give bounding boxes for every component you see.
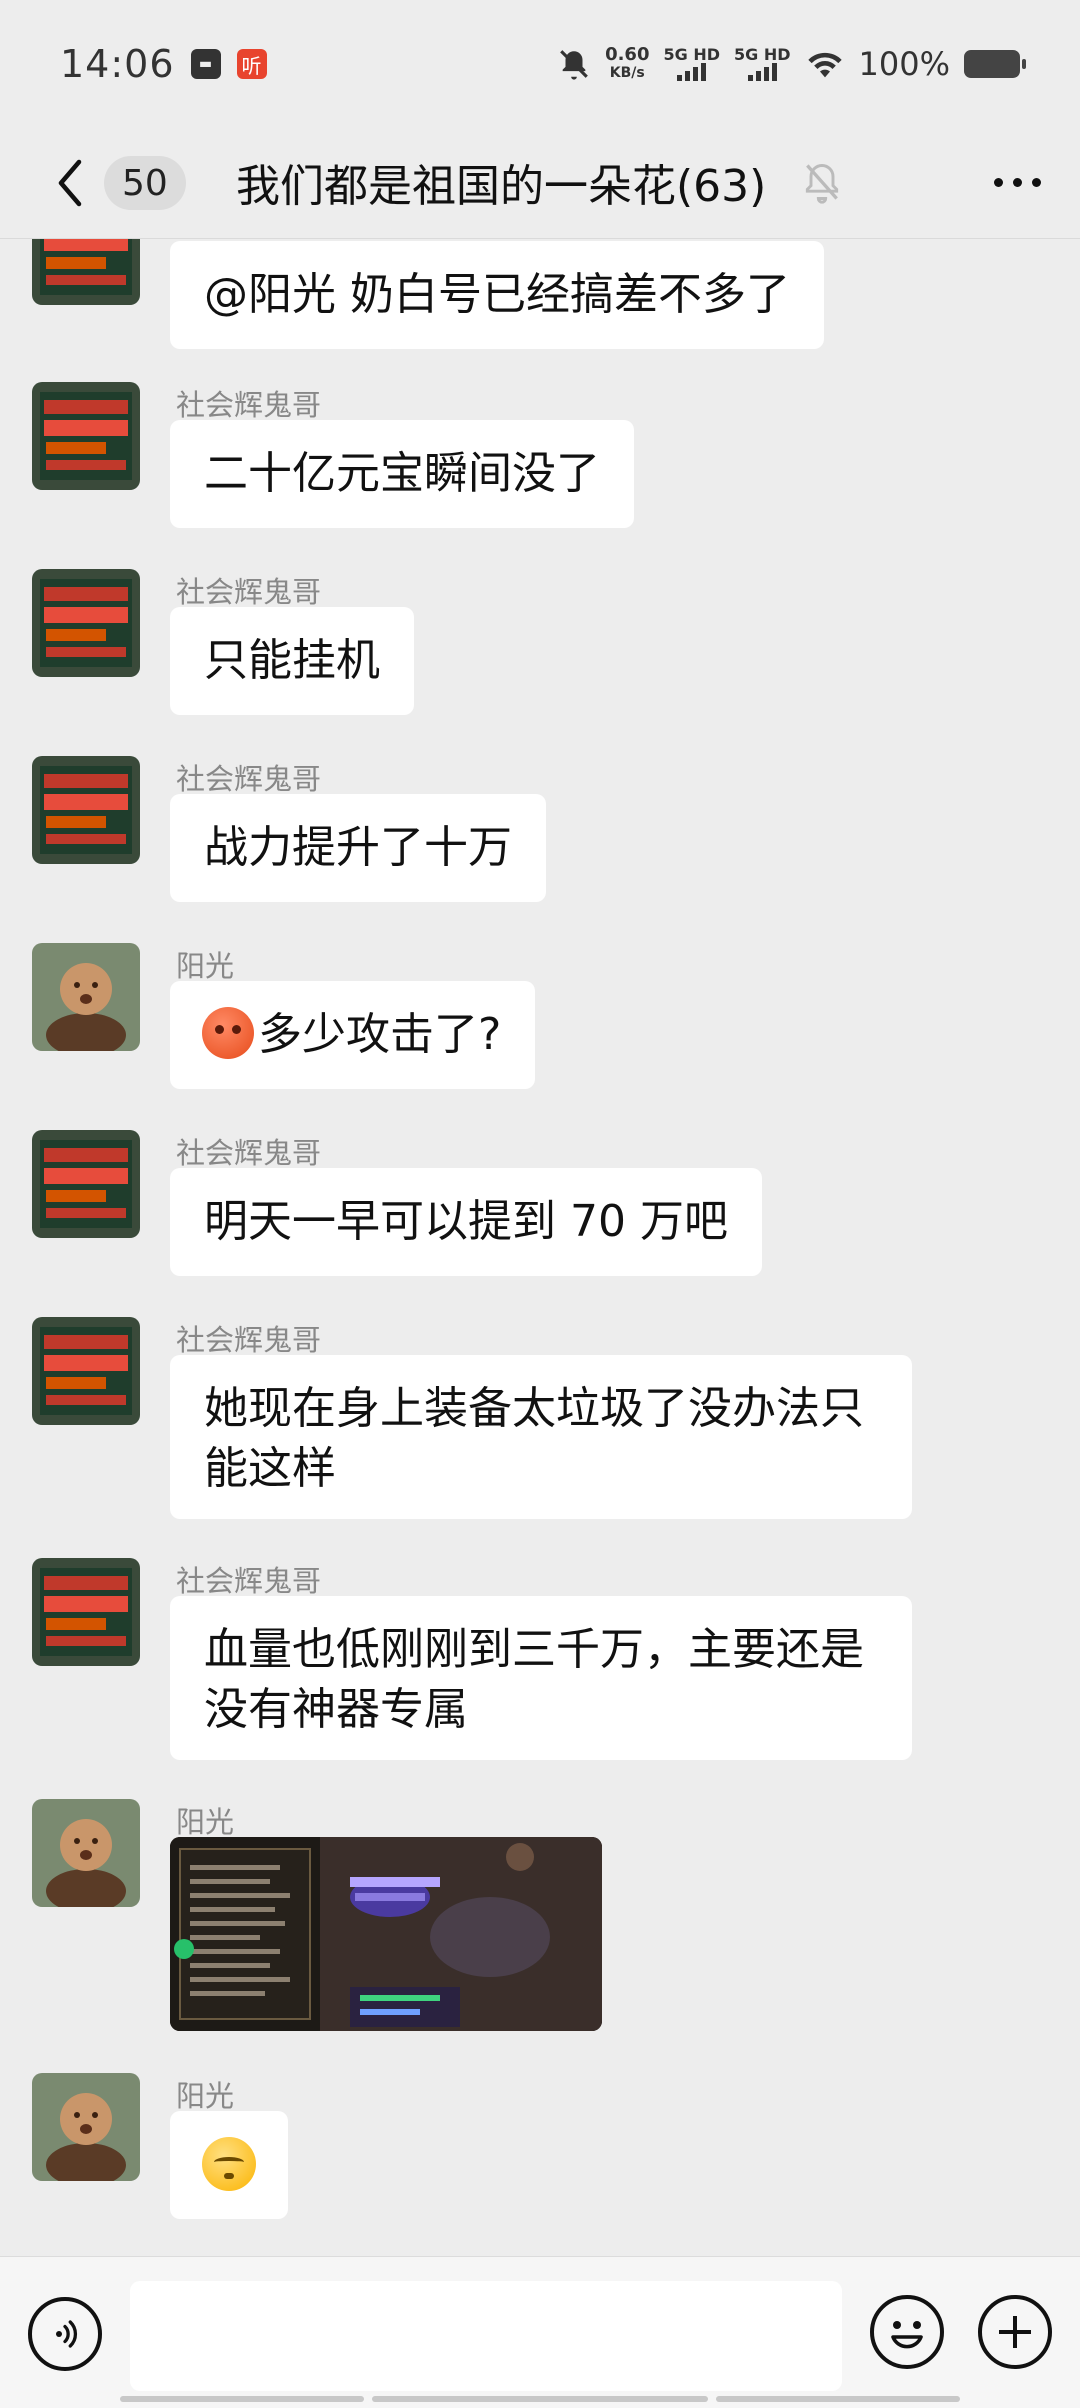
battery-percent: 100% bbox=[858, 45, 950, 83]
message-text: 战力提升了十万 bbox=[204, 822, 512, 873]
unread-count-badge[interactable]: 50 bbox=[104, 156, 186, 210]
sender-name: 社会辉鬼哥 bbox=[176, 762, 322, 796]
signal-icon: 5G HD bbox=[663, 47, 720, 81]
message-bubble[interactable]: 明天一早可以提到 70 万吧 bbox=[170, 1168, 762, 1276]
message-text: 只能挂机 bbox=[204, 635, 380, 686]
sighing-face-icon bbox=[202, 2137, 256, 2191]
avatar-monk[interactable] bbox=[32, 2073, 140, 2181]
message-input[interactable] bbox=[130, 2281, 842, 2391]
sender-name: 社会辉鬼哥 bbox=[176, 1136, 322, 1170]
avatar-billboard[interactable] bbox=[32, 239, 140, 305]
chat-header: 50 我们都是祖国的一朵花(63) bbox=[0, 128, 1080, 238]
message-bubble[interactable]: 战力提升了十万 bbox=[170, 794, 546, 902]
back-button[interactable] bbox=[34, 147, 106, 219]
sender-name: 阳光 bbox=[176, 2079, 235, 2113]
message-list[interactable]: @阳光 奶白号已经搞差不多了 社会辉鬼哥 二十亿元宝瞬间没了 社会辉鬼哥 只能挂… bbox=[0, 239, 1080, 2255]
gesture-bar bbox=[372, 2396, 708, 2402]
more-options-button[interactable] bbox=[984, 152, 1050, 212]
signal-icon: 5G HD bbox=[734, 47, 791, 81]
sender-name: 阳光 bbox=[176, 1805, 235, 1839]
avatar-billboard[interactable] bbox=[32, 756, 140, 864]
net-speed: 0.60 KB/s bbox=[605, 44, 650, 82]
emoji-icon bbox=[891, 2321, 923, 2349]
emoji-button[interactable] bbox=[870, 2295, 944, 2369]
sender-name: 社会辉鬼哥 bbox=[176, 575, 322, 609]
gesture-bar bbox=[716, 2396, 960, 2402]
voice-button[interactable] bbox=[28, 2297, 102, 2371]
message-text-line: 能这样 bbox=[204, 1443, 336, 1494]
message-bubble[interactable]: 她现在身上装备太垃圾了没办法只 能这样 bbox=[170, 1355, 912, 1519]
listen-app-icon: 听 bbox=[236, 49, 267, 79]
voice-icon bbox=[56, 2320, 78, 2348]
avatar-billboard[interactable] bbox=[32, 569, 140, 677]
sender-name: 社会辉鬼哥 bbox=[176, 1564, 322, 1598]
status-time: 14:06 bbox=[60, 42, 175, 86]
message-text: 多少攻击了? bbox=[258, 1009, 502, 1060]
message-bubble[interactable]: 只能挂机 bbox=[170, 607, 414, 715]
message-text-line: 她现在身上装备太垃圾了没办法只 bbox=[204, 1383, 864, 1434]
input-bar bbox=[0, 2256, 1080, 2408]
chat-title: 我们都是祖国的一朵花(63) bbox=[236, 161, 767, 212]
avatar-monk[interactable] bbox=[32, 943, 140, 1051]
message-bubble[interactable]: 二十亿元宝瞬间没了 bbox=[170, 420, 634, 528]
sender-name: 阳光 bbox=[176, 949, 235, 983]
angry-face-icon bbox=[202, 1007, 254, 1059]
message-text-line: 血量也低刚刚到三千万，主要还是 bbox=[204, 1624, 864, 1675]
status-bar: 14:06 ▬ 听 0.60 KB/s 5G HD 5G HD 100% bbox=[0, 0, 1080, 128]
message-icon: ▬ bbox=[190, 49, 221, 79]
mute-notification-icon bbox=[560, 50, 588, 80]
image-message[interactable] bbox=[170, 1837, 602, 2031]
sender-name: 社会辉鬼哥 bbox=[176, 1323, 322, 1357]
battery-icon bbox=[964, 50, 1026, 78]
message-bubble[interactable]: @阳光 奶白号已经搞差不多了 bbox=[170, 241, 824, 349]
avatar-monk[interactable] bbox=[32, 1799, 140, 1907]
message-text: 二十亿元宝瞬间没了 bbox=[204, 448, 600, 499]
message-text: 明天一早可以提到 70 万吧 bbox=[204, 1196, 728, 1247]
plus-button[interactable] bbox=[978, 2295, 1052, 2369]
wifi-icon bbox=[807, 52, 842, 78]
message-bubble[interactable] bbox=[170, 2111, 288, 2219]
message-bubble[interactable]: 多少攻击了? bbox=[170, 981, 536, 1089]
avatar-billboard[interactable] bbox=[32, 382, 140, 490]
sender-name: 社会辉鬼哥 bbox=[176, 388, 322, 422]
avatar-billboard[interactable] bbox=[32, 1317, 140, 1425]
more-dots-icon bbox=[993, 177, 1003, 187]
muted-bell-icon bbox=[805, 164, 839, 204]
avatar-billboard[interactable] bbox=[32, 1130, 140, 1238]
message-bubble[interactable]: 血量也低刚刚到三千万，主要还是 没有神器专属 bbox=[170, 1596, 912, 1760]
message-text-line: 没有神器专属 bbox=[204, 1684, 468, 1735]
avatar-billboard[interactable] bbox=[32, 1558, 140, 1666]
gesture-bar bbox=[120, 2396, 364, 2402]
message-text: @阳光 奶白号已经搞差不多了 bbox=[204, 269, 790, 320]
back-chevron-icon bbox=[58, 159, 82, 207]
